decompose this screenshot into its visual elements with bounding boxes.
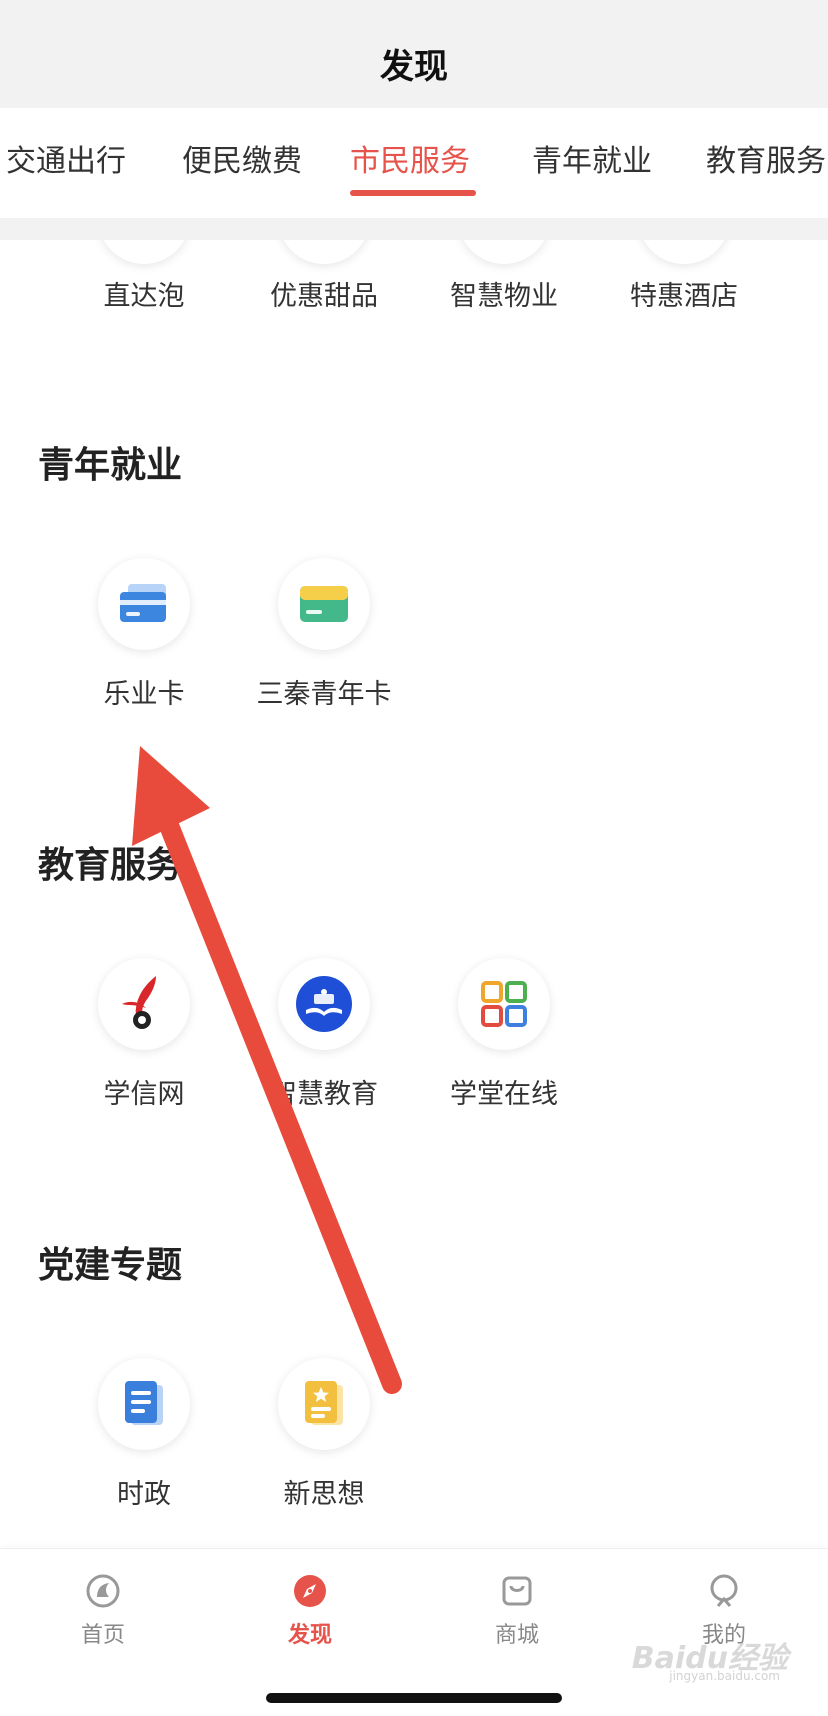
service-label: 乐业卡 — [103, 679, 185, 710]
nav-label: 首页 — [80, 1623, 125, 1648]
service-icon-partial[interactable] — [98, 240, 190, 264]
service-item-leye-card[interactable]: 乐业卡 — [54, 558, 234, 711]
compass-icon — [290, 1571, 330, 1611]
service-icon-partial[interactable] — [278, 240, 370, 264]
service-item-chsi[interactable]: 学信网 — [54, 958, 234, 1111]
category-tabs: 交通出行 便民缴费 市民服务 青年就业 教育服务 — [0, 108, 828, 218]
page-title: 发现 — [380, 46, 448, 87]
service-label: 学堂在线 — [450, 1079, 558, 1110]
service-item-smart-education[interactable]: 智慧教育 — [234, 958, 414, 1111]
watermark-url: jingyan.baidu.com — [669, 1669, 780, 1683]
blue-card-icon — [120, 584, 166, 622]
tab-youth-employment[interactable]: 青年就业 — [532, 136, 652, 180]
service-label[interactable]: 优惠甜品 — [234, 274, 414, 313]
xuetangx-logo-icon — [481, 981, 527, 1027]
nav-mall[interactable]: 商城 — [457, 1571, 577, 1649]
nav-label: 发现 — [287, 1623, 332, 1648]
home-indicator[interactable] — [266, 1693, 562, 1703]
service-label: 学信网 — [103, 1079, 185, 1110]
service-item-new-thought[interactable]: 新思想 — [234, 1358, 414, 1511]
tab-payment[interactable]: 便民缴费 — [182, 136, 302, 180]
service-label[interactable]: 智慧物业 — [414, 274, 594, 313]
page-header: 发现 — [0, 0, 828, 108]
service-label: 三秦青年卡 — [256, 679, 392, 710]
tab-citizen-service[interactable]: 市民服务 — [350, 136, 470, 180]
document-icon — [125, 1381, 163, 1425]
service-label: 时政 — [117, 1479, 171, 1510]
nav-discover[interactable]: 发现 — [250, 1571, 370, 1649]
service-icon-partial[interactable] — [638, 240, 730, 264]
service-label[interactable]: 特惠酒店 — [594, 274, 774, 313]
service-label[interactable]: 直达泡 — [54, 274, 234, 313]
service-label: 新思想 — [283, 1479, 365, 1510]
bottom-navigation: 首页 发现 商城 我的 Baidu经验 jingyan.baidu.com — [0, 1548, 828, 1716]
home-icon — [83, 1571, 123, 1611]
nav-home[interactable]: 首页 — [43, 1571, 163, 1649]
service-item-sanqin-youth-card[interactable]: 三秦青年卡 — [234, 558, 414, 711]
divider — [0, 218, 828, 240]
service-content: 直达泡 优惠甜品 智慧物业 特惠酒店 青年就业 乐业卡 三秦青年卡 教育服务 学… — [0, 240, 828, 1548]
section-title-party-building: 党建专题 — [38, 1245, 183, 1286]
chsi-logo-icon — [122, 976, 156, 1029]
section-title-youth-employment: 青年就业 — [38, 445, 183, 486]
service-item-current-affairs[interactable]: 时政 — [54, 1358, 234, 1511]
shopping-bag-icon — [497, 1571, 537, 1611]
service-label: 智慧教育 — [270, 1079, 378, 1110]
service-icon-partial[interactable] — [458, 240, 550, 264]
active-tab-underline — [350, 190, 476, 196]
nav-label: 商城 — [494, 1623, 539, 1648]
service-item-xuetangx[interactable]: 学堂在线 — [414, 958, 594, 1111]
section-title-education: 教育服务 — [38, 845, 183, 886]
tab-education[interactable]: 教育服务 — [706, 136, 826, 180]
profile-icon — [704, 1571, 744, 1611]
green-card-icon — [300, 586, 348, 622]
star-document-icon — [305, 1381, 343, 1425]
smart-education-logo-icon — [296, 976, 352, 1032]
tab-transport[interactable]: 交通出行 — [6, 136, 126, 180]
